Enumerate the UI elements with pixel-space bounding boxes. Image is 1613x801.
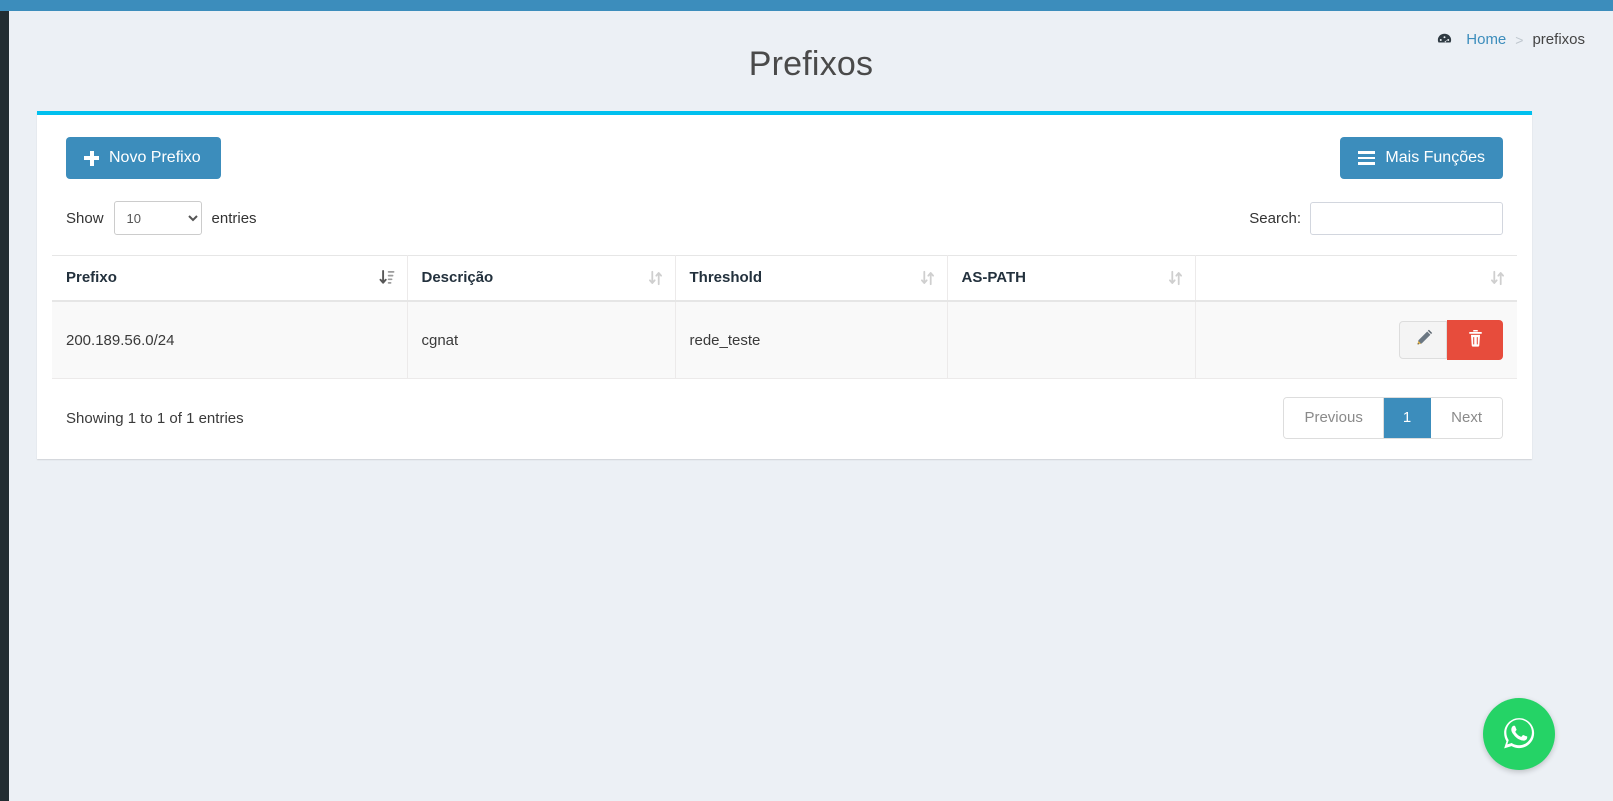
column-label-descricao: Descrição: [421, 269, 494, 286]
cell-as-path: [947, 301, 1196, 379]
dashboard-icon: [1436, 31, 1453, 48]
prefixes-card: Novo Prefixo Mais Funções Show 10 entrie…: [37, 111, 1532, 459]
content-header: Prefixos Home > prefixos: [9, 11, 1613, 108]
more-functions-label: Mais Funções: [1385, 149, 1485, 166]
whatsapp-float-button[interactable]: [1483, 698, 1555, 770]
prefixes-table: Prefixo Descrição Threshold AS-PATH 200.…: [52, 255, 1517, 379]
pagination-previous[interactable]: Previous: [1284, 398, 1384, 438]
cell-prefixo: 200.189.56.0/24: [52, 301, 408, 379]
sort-asc-active-icon: [379, 270, 395, 287]
sort-neutral-icon: [1168, 270, 1183, 286]
show-label: Show: [66, 209, 104, 227]
breadcrumb-separator: >: [1515, 31, 1524, 48]
table-row: 200.189.56.0/24 cgnat rede_teste: [52, 301, 1517, 379]
sort-neutral-icon: [1490, 270, 1505, 286]
column-header-descricao[interactable]: Descrição: [407, 255, 676, 302]
row-action-group: [1399, 320, 1503, 360]
column-label-prefixo: Prefixo: [66, 269, 117, 286]
datatable-footer: Showing 1 to 1 of 1 entries Previous 1 N…: [52, 379, 1517, 441]
plus-icon: [84, 150, 99, 166]
entries-label: entries: [211, 209, 257, 227]
column-label-threshold: Threshold: [689, 269, 763, 286]
breadcrumb-home-link[interactable]: Home: [1466, 31, 1506, 48]
edit-row-button[interactable]: [1399, 321, 1447, 359]
pagination: Previous 1 Next: [1283, 397, 1503, 439]
search-input[interactable]: [1310, 201, 1503, 235]
page-title: Prefixos: [748, 45, 874, 83]
entries-length-control: Show 10 entries: [66, 201, 257, 235]
column-label-as-path: AS-PATH: [961, 269, 1026, 286]
pagination-next[interactable]: Next: [1431, 398, 1502, 438]
cell-descricao: cgnat: [407, 301, 676, 379]
table-head: Prefixo Descrição Threshold AS-PATH: [52, 255, 1517, 302]
column-header-as-path[interactable]: AS-PATH: [947, 255, 1196, 302]
more-functions-button[interactable]: Mais Funções: [1340, 137, 1503, 179]
column-header-threshold[interactable]: Threshold: [675, 255, 948, 302]
delete-row-button[interactable]: [1447, 320, 1503, 360]
entries-per-page-select[interactable]: 10: [113, 201, 202, 235]
bars-icon: [1358, 151, 1376, 165]
search-label: Search:: [1249, 209, 1301, 227]
top-navbar: [0, 0, 1613, 11]
card-toolbar: Novo Prefixo Mais Funções: [52, 133, 1517, 179]
whatsapp-icon: [1497, 711, 1541, 758]
pagination-page-1[interactable]: 1: [1383, 398, 1432, 438]
search-control: Search:: [1249, 201, 1503, 235]
cell-actions: [1195, 301, 1517, 379]
sort-neutral-icon: [920, 270, 935, 286]
table-header-row: Prefixo Descrição Threshold AS-PATH: [52, 255, 1517, 302]
breadcrumb-current: prefixos: [1532, 31, 1585, 48]
table-body: 200.189.56.0/24 cgnat rede_teste: [52, 301, 1517, 379]
column-header-prefixo[interactable]: Prefixo: [52, 255, 408, 302]
cell-threshold: rede_teste: [675, 301, 948, 379]
entries-info: Showing 1 to 1 of 1 entries: [66, 409, 244, 427]
sidebar: [0, 11, 9, 801]
new-prefix-button[interactable]: Novo Prefixo: [66, 137, 221, 179]
trash-icon: [1467, 329, 1484, 351]
sort-neutral-icon: [648, 270, 663, 286]
new-prefix-label: Novo Prefixo: [109, 149, 201, 166]
datatable-controls: Show 10 entries Search:: [52, 179, 1517, 235]
breadcrumb: Home > prefixos: [1436, 31, 1585, 48]
pencil-icon: [1414, 329, 1433, 351]
column-header-actions[interactable]: [1195, 255, 1517, 302]
